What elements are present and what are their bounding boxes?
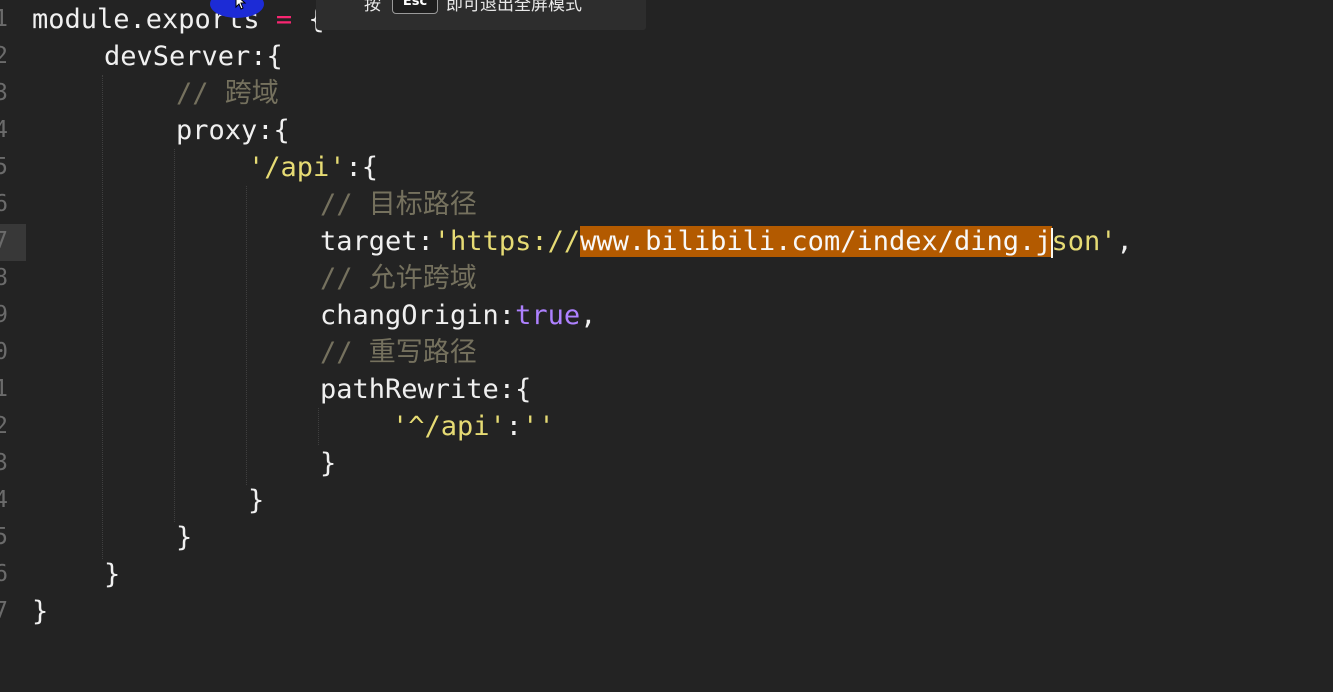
line-number: 7 — [0, 228, 8, 254]
code-line-11[interactable]: pathRewrite:{ — [320, 371, 531, 408]
code-token: target: — [320, 226, 434, 257]
code-line-12[interactable]: '^/api':'' — [392, 408, 555, 445]
code-boolean: true — [515, 300, 581, 331]
line-number: 0 — [0, 339, 8, 365]
code-line-14[interactable]: } — [248, 482, 264, 519]
code-token: pathRewrite:{ — [320, 374, 532, 405]
line-number: 1 — [0, 6, 8, 32]
indent-guide — [246, 186, 247, 485]
code-token: , — [580, 300, 597, 331]
code-comment: // 允许跨域 — [320, 263, 477, 294]
code-token: proxy:{ — [176, 115, 290, 146]
code-token: } — [104, 559, 121, 590]
code-line-13[interactable]: } — [320, 445, 336, 482]
line-number: 4 — [0, 117, 8, 143]
indent-guide — [318, 408, 319, 445]
line-number: 3 — [0, 450, 8, 476]
code-line-6[interactable]: // 目标路径 — [320, 186, 477, 223]
code-line-1[interactable]: module.exports = { — [32, 1, 325, 38]
indent-guide — [102, 75, 103, 559]
line-number: 4 — [0, 487, 8, 513]
indent-guide — [174, 149, 175, 522]
line-number: 7 — [0, 598, 8, 624]
code-line-10[interactable]: // 重写路径 — [320, 334, 477, 371]
code-line-17[interactable]: } — [32, 593, 48, 630]
code-token: } — [248, 485, 265, 516]
code-editor[interactable]: 1 2 3 4 5 6 7 8 9 0 1 2 3 4 5 6 7 module… — [0, 0, 1333, 692]
notice-text: 即可退出全屏模式 — [446, 0, 582, 15]
code-string: '/api' — [248, 152, 346, 183]
line-number: 3 — [0, 80, 8, 106]
code-line-2[interactable]: devServer:{ — [104, 38, 283, 75]
code-string: 'https:// — [433, 226, 581, 257]
code-string: son' — [1051, 226, 1117, 257]
code-string: '^/api' — [392, 411, 506, 442]
code-token: :{ — [345, 152, 379, 183]
line-number: 8 — [0, 265, 8, 291]
code-token: = — [259, 4, 309, 35]
code-line-7[interactable]: target:'https://www.bilibili.com/index/d… — [320, 223, 1133, 260]
code-token: } — [320, 448, 337, 479]
fullscreen-exit-notice: 按 Esc 即可退出全屏模式 — [316, 0, 646, 30]
code-token: , — [1116, 226, 1133, 257]
code-line-4[interactable]: proxy:{ — [176, 112, 290, 149]
line-number: 2 — [0, 43, 8, 69]
line-number: 6 — [0, 191, 8, 217]
code-line-8[interactable]: // 允许跨域 — [320, 260, 477, 297]
line-number: 9 — [0, 302, 8, 328]
line-number: 5 — [0, 524, 8, 550]
line-number: 6 — [0, 561, 8, 587]
code-token: changOrigin: — [320, 300, 516, 331]
code-token: } — [32, 596, 49, 627]
mouse-pointer-icon — [235, 0, 247, 10]
code-comment: // 目标路径 — [320, 189, 477, 220]
esc-key-badge: Esc — [392, 0, 438, 14]
code-line-15[interactable]: } — [176, 519, 192, 556]
code-line-3[interactable]: // 跨域 — [176, 75, 279, 112]
notice-prefix: 按 — [364, 0, 381, 15]
code-token: } — [176, 522, 193, 553]
code-comment: // 跨域 — [176, 78, 279, 109]
code-string: '' — [522, 411, 555, 442]
code-line-9[interactable]: changOrigin:true, — [320, 297, 596, 334]
code-token: devServer:{ — [104, 41, 283, 72]
line-number: 5 — [0, 154, 8, 180]
code-line-5[interactable]: '/api':{ — [248, 149, 378, 186]
text-selection[interactable]: www.bilibili.com/index/ding.j — [580, 226, 1052, 257]
line-number: 1 — [0, 376, 8, 402]
code-comment: // 重写路径 — [320, 337, 477, 368]
line-number: 2 — [0, 413, 8, 439]
code-token: : — [505, 411, 523, 442]
code-line-16[interactable]: } — [104, 556, 120, 593]
